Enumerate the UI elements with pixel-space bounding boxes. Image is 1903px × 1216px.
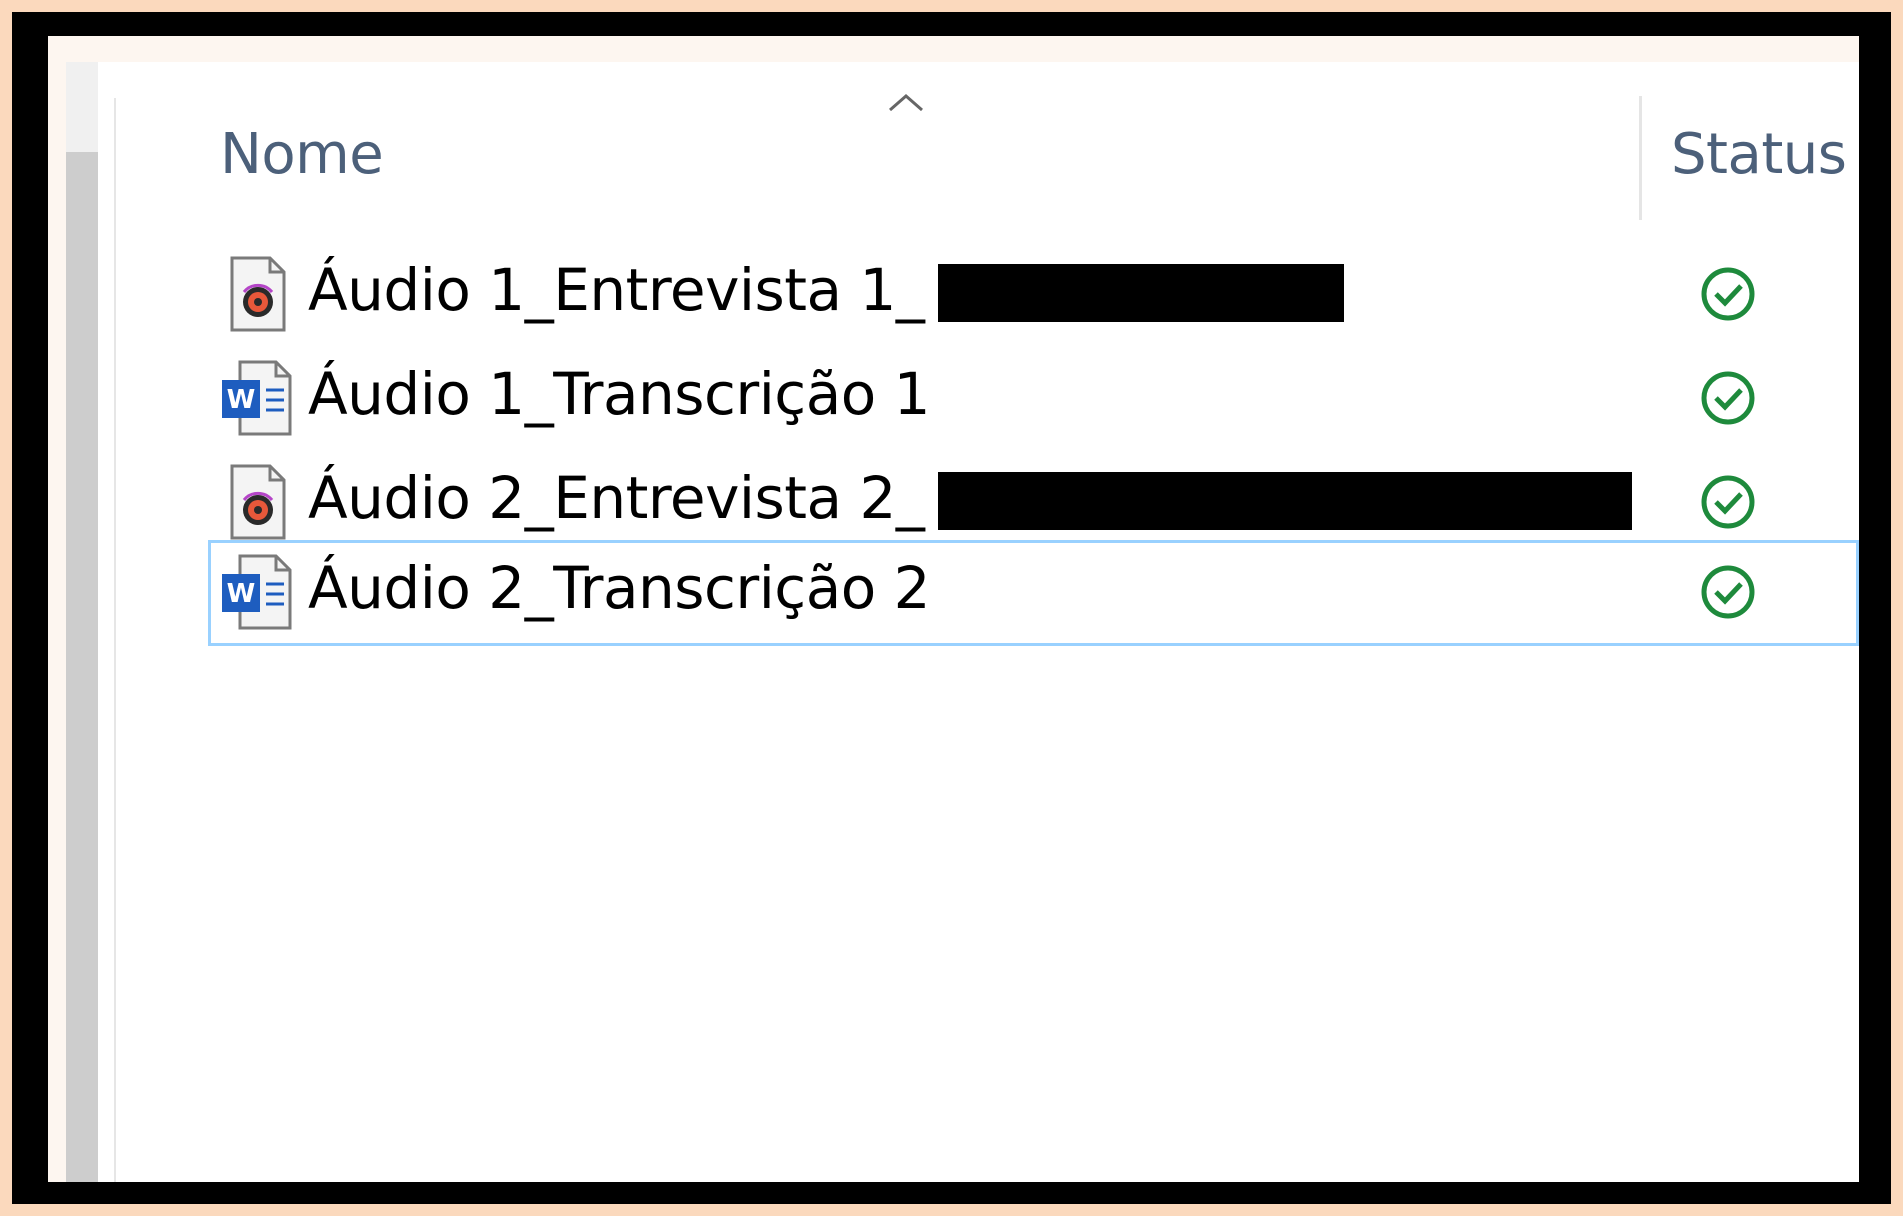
synced-icon <box>1701 475 1755 529</box>
file-row[interactable]: Áudio 2_Entrevista 2_ <box>206 450 1859 550</box>
file-name: Áudio 1_Entrevista 1_ <box>308 256 925 324</box>
synced-icon <box>1701 267 1755 321</box>
file-row[interactable]: Áudio 1_Entrevista 1_ <box>206 242 1859 342</box>
synced-icon <box>1701 371 1755 425</box>
svg-text:W: W <box>227 385 256 415</box>
file-name: Áudio 2_Entrevista 2_ <box>308 464 925 532</box>
audio-file-icon <box>230 256 286 332</box>
redaction-bar <box>938 472 1632 530</box>
explorer-window: Nome Status Áudio 1_Entrevista 1_ W Áudi… <box>48 36 1859 1182</box>
outer-frame: Nome Status Áudio 1_Entrevista 1_ W Áudi… <box>12 12 1891 1204</box>
navigation-pane-scrollbar[interactable] <box>66 62 98 1182</box>
file-name: Áudio 2_Transcrição 2 <box>308 554 931 622</box>
scrollbar-thumb[interactable] <box>66 152 98 1182</box>
file-row-selected[interactable]: W Áudio 2_Transcrição 2 <box>208 540 1859 646</box>
file-list-view: Nome Status Áudio 1_Entrevista 1_ W Áudi… <box>66 62 1859 1182</box>
file-row[interactable]: W Áudio 1_Transcrição 1 <box>206 346 1859 446</box>
chevron-up-icon <box>889 94 923 112</box>
synced-icon <box>1701 565 1755 619</box>
column-header-name[interactable]: Nome <box>220 122 384 187</box>
column-separator[interactable] <box>1639 96 1642 220</box>
word-document-icon: W <box>222 554 292 630</box>
audio-file-icon <box>230 464 286 540</box>
column-header-status[interactable]: Status <box>1671 122 1847 187</box>
redaction-bar <box>938 264 1344 322</box>
word-document-icon: W <box>222 360 292 436</box>
svg-text:W: W <box>227 579 256 609</box>
pane-divider <box>114 98 116 1182</box>
file-name: Áudio 1_Transcrição 1 <box>308 360 931 428</box>
